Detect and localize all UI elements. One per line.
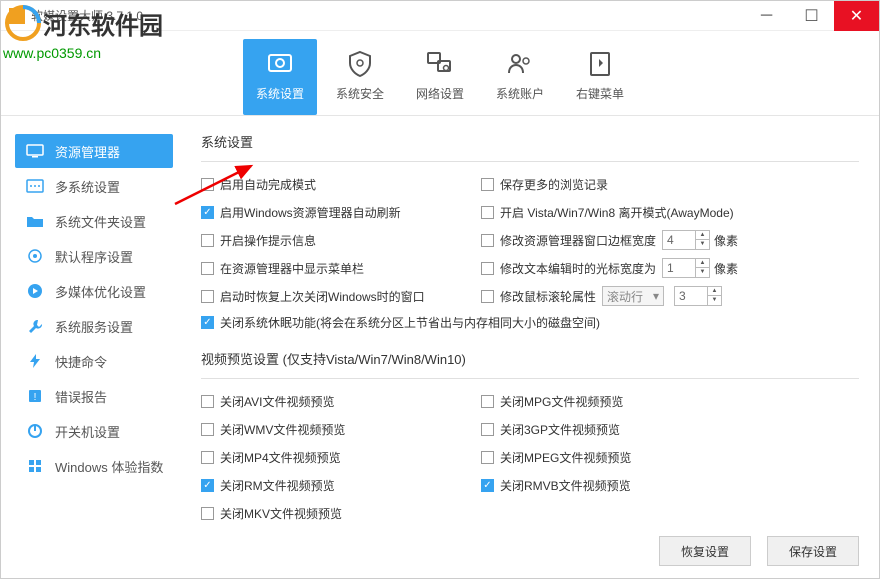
app-icon (9, 8, 25, 24)
media-icon (25, 283, 45, 299)
restore-button[interactable]: 恢复设置 (659, 536, 751, 566)
network-icon (423, 47, 457, 81)
scroll-mode-select[interactable]: 滚动行 (602, 286, 664, 306)
monitor-icon (25, 143, 45, 159)
opt-autorefresh[interactable]: ✓启用Windows资源管理器自动刷新 (201, 202, 481, 222)
opt-disable-hibernate[interactable]: ✓关闭系统休眠功能(将会在系统分区上节省出与内存相同大小的磁盘空间) (201, 314, 859, 331)
opt-cursorwidth[interactable]: 修改文本编辑时的光标宽度为1▲▼像素 (481, 258, 859, 278)
maximize-button[interactable]: ☐ (789, 1, 834, 31)
opt-menubar[interactable]: 在资源管理器中显示菜单栏 (201, 258, 481, 278)
windows-icon (25, 458, 45, 474)
window-title: 软媒设置大师 3.7.1.0 (31, 7, 744, 24)
opt-autocomplete[interactable]: 启用自动完成模式 (201, 174, 481, 194)
folder-icon (25, 213, 45, 229)
bolt-icon (25, 353, 45, 369)
opt-wmv[interactable]: 关闭WMV文件视频预览 (201, 419, 481, 439)
close-button[interactable]: ✕ (834, 1, 879, 31)
opt-awaymode[interactable]: 开启 Vista/Win7/Win8 离开模式(AwayMode) (481, 202, 859, 222)
top-nav: 系统设置 系统安全 网络设置 系统账户 右键菜单 (1, 31, 879, 116)
menu-icon (583, 47, 617, 81)
wrench-icon (25, 318, 45, 334)
opt-borderwidth[interactable]: 修改资源管理器窗口边框宽度4▲▼像素 (481, 230, 859, 250)
opt-mpg[interactable]: 关闭MPG文件视频预览 (481, 391, 631, 411)
opt-rmvb[interactable]: ✓关闭RMVB文件视频预览 (481, 475, 631, 495)
section-title-system: 系统设置 (201, 132, 859, 151)
border-width-input[interactable]: 4▲▼ (662, 230, 710, 250)
users-icon (503, 47, 537, 81)
report-icon: ! (25, 388, 45, 404)
opt-rm[interactable]: ✓关闭RM文件视频预览 (201, 475, 481, 495)
gear-icon (263, 47, 297, 81)
opt-avi[interactable]: 关闭AVI文件视频预览 (201, 391, 481, 411)
opt-restorewins[interactable]: 启动时恢复上次关闭Windows时的窗口 (201, 286, 481, 306)
cursor-width-input[interactable]: 1▲▼ (662, 258, 710, 278)
sidebar-item-explorer[interactable]: 资源管理器 (15, 134, 173, 168)
tab-network-settings[interactable]: 网络设置 (403, 39, 477, 115)
sidebar-item-services[interactable]: 系统服务设置 (15, 309, 173, 343)
section-title-video: 视频预览设置 (仅支持Vista/Win7/Win8/Win10) (201, 349, 859, 368)
sidebar-item-shortcuts[interactable]: 快捷命令 (15, 344, 173, 378)
tab-system-accounts[interactable]: 系统账户 (483, 39, 557, 115)
sidebar-item-power[interactable]: 开关机设置 (15, 414, 173, 448)
opt-mp4[interactable]: 关闭MP4文件视频预览 (201, 447, 481, 467)
sidebar-item-winindex[interactable]: Windows 体验指数 (15, 449, 173, 483)
divider (201, 161, 859, 162)
opt-scrollwheel[interactable]: 修改鼠标滚轮属性滚动行3▲▼ (481, 286, 859, 306)
power-icon (25, 423, 45, 439)
svg-text:!: ! (34, 392, 37, 403)
opt-3gp[interactable]: 关闭3GP文件视频预览 (481, 419, 631, 439)
tab-system-settings[interactable]: 系统设置 (243, 39, 317, 115)
sidebar: 资源管理器 多系统设置 系统文件夹设置 默认程序设置 多媒体优化设置 系统服务设… (1, 116, 181, 578)
opt-mpeg[interactable]: 关闭MPEG文件视频预览 (481, 447, 631, 467)
minimize-button[interactable]: ─ (744, 1, 789, 31)
grid-icon (25, 178, 45, 194)
tab-system-security[interactable]: 系统安全 (323, 39, 397, 115)
opt-tips[interactable]: 开启操作提示信息 (201, 230, 481, 250)
tab-context-menu[interactable]: 右键菜单 (563, 39, 637, 115)
sidebar-item-multimedia[interactable]: 多媒体优化设置 (15, 274, 173, 308)
sidebar-item-errors[interactable]: !错误报告 (15, 379, 173, 413)
scroll-lines-input[interactable]: 3▲▼ (674, 286, 722, 306)
sidebar-item-multisystem[interactable]: 多系统设置 (15, 169, 173, 203)
titlebar: 软媒设置大师 3.7.1.0 ─ ☐ ✕ (1, 1, 879, 31)
divider (201, 378, 859, 379)
save-button[interactable]: 保存设置 (767, 536, 859, 566)
sidebar-item-sysfolders[interactable]: 系统文件夹设置 (15, 204, 173, 238)
shield-icon (343, 47, 377, 81)
main-panel: 系统设置 启用自动完成模式 ✓启用Windows资源管理器自动刷新 开启操作提示… (181, 116, 879, 578)
opt-mkv[interactable]: 关闭MKV文件视频预览 (201, 503, 481, 523)
opt-morehistory[interactable]: 保存更多的浏览记录 (481, 174, 859, 194)
sidebar-item-defaultapps[interactable]: 默认程序设置 (15, 239, 173, 273)
gear-small-icon (25, 248, 45, 264)
